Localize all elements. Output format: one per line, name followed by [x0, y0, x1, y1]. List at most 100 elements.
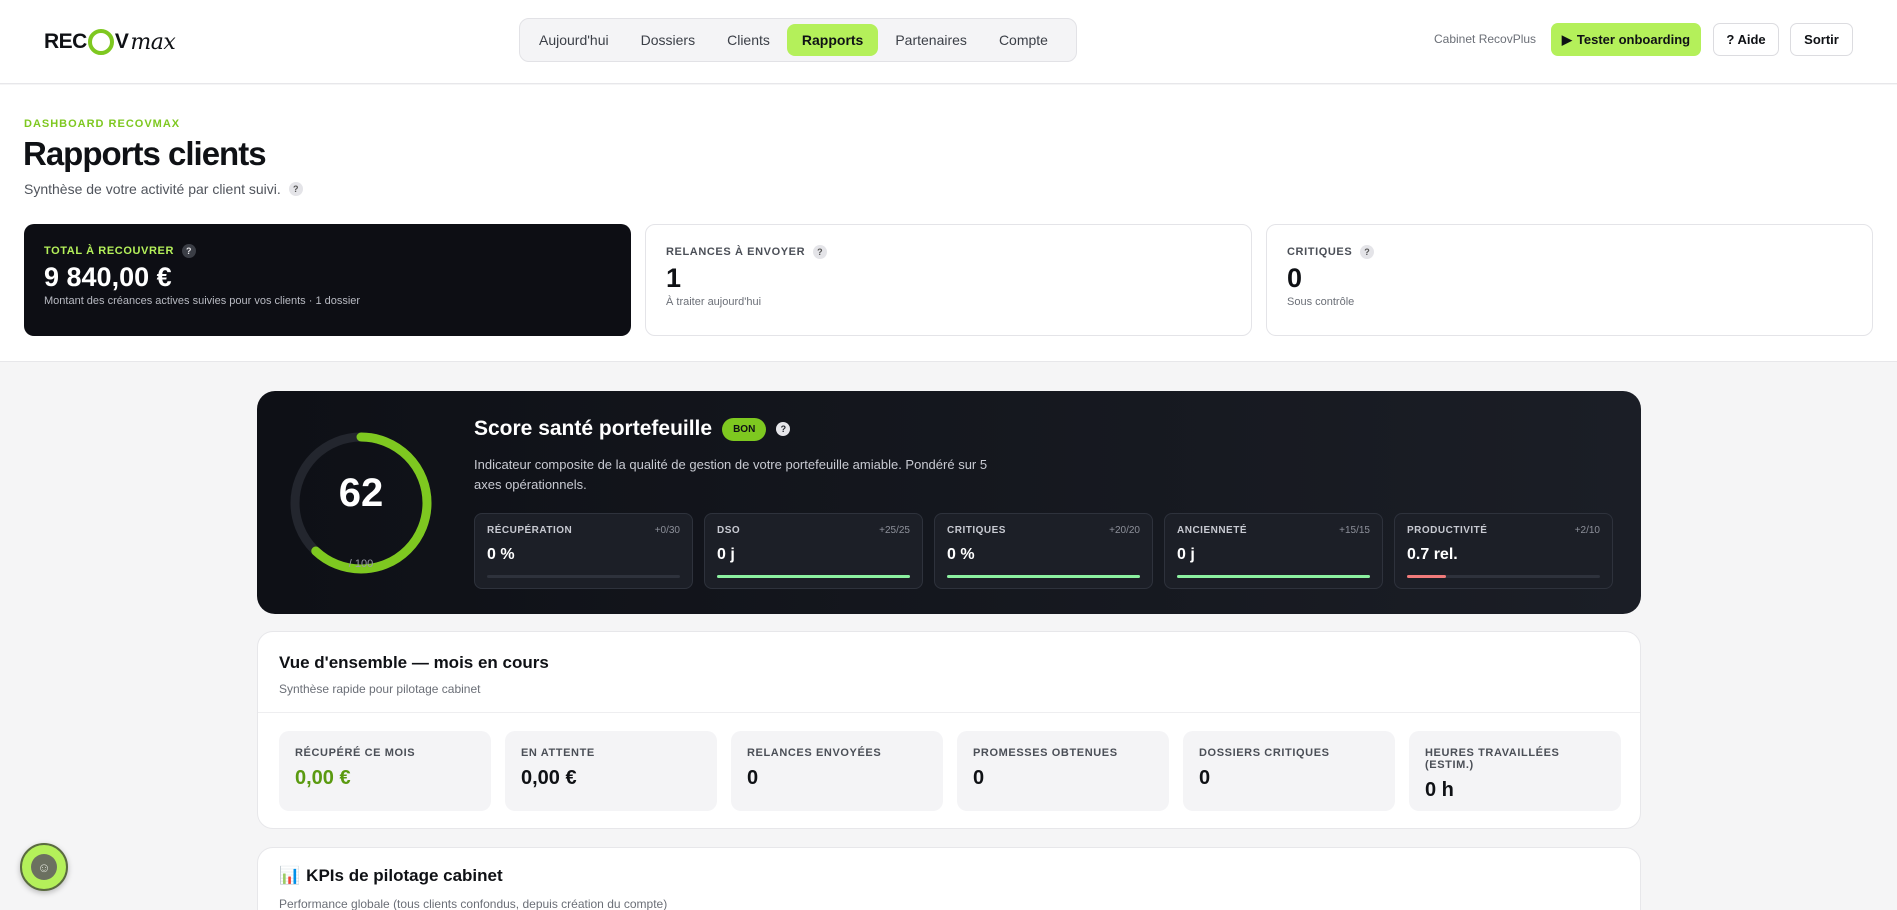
- overview-label: RELANCES ENVOYÉES: [747, 747, 882, 759]
- stat-critiques: CRITIQUES? 0 Sous contrôle: [1266, 224, 1873, 336]
- page-eyebrow: DASHBOARD RECOVMAX: [24, 118, 181, 130]
- tab-clients[interactable]: Clients: [712, 24, 785, 56]
- stat-relances: RELANCES À ENVOYER? 1 À traiter aujourd'…: [645, 224, 1252, 336]
- overview-label: PROMESSES OBTENUES: [973, 747, 1118, 759]
- logout-button[interactable]: Sortir: [1790, 23, 1853, 56]
- axis-value: 0 j: [717, 546, 735, 563]
- stat-relances-desc: À traiter aujourd'hui: [666, 296, 762, 308]
- recovmax-logo[interactable]: REC Vmax: [44, 26, 176, 58]
- overview-title: Vue d'ensemble — mois en cours: [279, 653, 549, 672]
- axis-value: 0 %: [947, 546, 975, 563]
- axis-bar-fill: [1177, 575, 1370, 578]
- divider: [258, 712, 1640, 713]
- help-icon[interactable]: ?: [813, 245, 828, 259]
- overview-value: 0,00 €: [521, 767, 577, 789]
- onboarding-label: Tester onboarding: [1576, 32, 1691, 47]
- stat-critiques-label: CRITIQUES: [1287, 246, 1353, 258]
- logo-text: REC: [44, 30, 87, 53]
- overview-label: DOSSIERS CRITIQUES: [1199, 747, 1330, 759]
- overview-promesses: PROMESSES OBTENUES 0: [957, 731, 1169, 811]
- stat-total-desc: Montant des créances actives suivies pou…: [44, 295, 361, 307]
- overview-value: 0 h: [1425, 779, 1454, 801]
- stat-critiques-desc: Sous contrôle: [1287, 296, 1355, 308]
- play-icon: ▶: [1561, 31, 1572, 47]
- axis-value: 0.7 rel.: [1407, 546, 1458, 563]
- help-icon[interactable]: ?: [1360, 245, 1375, 259]
- axis-name: RÉCUPÉRATION: [487, 525, 573, 536]
- help-button[interactable]: ? Aide: [1713, 23, 1779, 56]
- axis-name: DSO: [717, 525, 741, 536]
- overview-recupere: RÉCUPÉRÉ CE MOIS 0,00 €: [279, 731, 491, 811]
- overview-grid: RÉCUPÉRÉ CE MOIS 0,00 € EN ATTENTE 0,00 € …: [279, 731, 1621, 811]
- overview-label: RÉCUPÉRÉ CE MOIS: [295, 747, 416, 759]
- stat-total-label: TOTAL À RECOUVRER: [44, 245, 174, 257]
- overview-subtitle: Synthèse rapide pour pilotage cabinet: [279, 682, 481, 696]
- axis-name: ANCIENNETÉ: [1177, 525, 1248, 536]
- overview-critiques: DOSSIERS CRITIQUES 0: [1183, 731, 1395, 811]
- score-max: / 100: [348, 558, 374, 570]
- tab-dossiers[interactable]: Dossiers: [626, 24, 710, 56]
- stat-relances-value: 1: [666, 263, 682, 293]
- axis-bar: [947, 575, 1140, 578]
- page-subtitle-text: Synthèse de votre activité par client su…: [24, 181, 281, 197]
- axis-points: +0/30: [654, 525, 680, 536]
- axis-bar: [1407, 575, 1600, 578]
- axis-points: +15/15: [1339, 525, 1370, 536]
- score-axes: RÉCUPÉRATION +0/30 0 % DSO +25/25 0 j CRIT…: [474, 513, 1613, 589]
- help-icon[interactable]: ?: [288, 182, 303, 196]
- kpi-subtitle: Performance globale (tous clients confon…: [279, 897, 668, 910]
- axis-productivite: PRODUCTIVITÉ +2/10 0.7 rel.: [1394, 513, 1613, 589]
- axis-points: +20/20: [1109, 525, 1140, 536]
- axis-value: 0 %: [487, 546, 515, 563]
- overview-card: Vue d'ensemble — mois en cours Synthèse …: [257, 631, 1641, 829]
- overview-heures: HEURES TRAVAILLÉES (ESTIM.) 0 h: [1409, 731, 1621, 811]
- score-ring: 62 / 100: [287, 429, 435, 577]
- axis-anciennete: ANCIENNETÉ +15/15 0 j: [1164, 513, 1383, 589]
- axis-bar: [487, 575, 680, 578]
- axis-points: +2/10: [1574, 525, 1600, 536]
- score-value: 62: [338, 471, 384, 515]
- logo-text-v: V: [114, 30, 129, 53]
- score-badge: BON: [722, 417, 767, 441]
- stat-critiques-value: 0: [1287, 263, 1303, 293]
- page-subtitle: Synthèse de votre activité par client su…: [24, 181, 303, 197]
- axis-recuperation: RÉCUPÉRATION +0/30 0 %: [474, 513, 693, 589]
- overview-label: HEURES TRAVAILLÉES (ESTIM.): [1425, 747, 1560, 771]
- main-nav: Aujourd'hui Dossiers Clients Rapports Pa…: [519, 18, 1077, 62]
- page-title: Rapports clients: [23, 135, 267, 172]
- axis-bar: [1177, 575, 1370, 578]
- axis-points: +25/25: [879, 525, 910, 536]
- axis-critiques: CRITIQUES +20/20 0 %: [934, 513, 1153, 589]
- axis-name: CRITIQUES: [947, 525, 1006, 536]
- overview-value: 0: [747, 767, 759, 789]
- overview-label: EN ATTENTE: [521, 747, 595, 759]
- score-title-text: Score santé portefeuille: [474, 417, 713, 440]
- cabinet-name: Cabinet RecovPlus: [1434, 32, 1537, 46]
- axis-bar: [717, 575, 910, 578]
- stat-total-value: 9 840,00 €: [44, 262, 172, 292]
- top-bar: REC Vmax Aujourd'hui Dossiers Clients Rap…: [0, 0, 1897, 84]
- axis-dso: DSO +25/25 0 j: [704, 513, 923, 589]
- overview-en-attente: EN ATTENTE 0,00 €: [505, 731, 717, 811]
- kpi-card: 📊 KPIs de pilotage cabinet Performance gl…: [257, 847, 1641, 910]
- stat-total: TOTAL À RECOUVRER? 9 840,00 € Montant de…: [24, 224, 631, 336]
- tab-aujourdhui[interactable]: Aujourd'hui: [524, 24, 624, 56]
- assistant-button[interactable]: ☺: [20, 843, 68, 891]
- help-icon[interactable]: ?: [182, 244, 196, 258]
- tab-compte[interactable]: Compte: [984, 24, 1063, 56]
- tab-rapports[interactable]: Rapports: [786, 24, 879, 56]
- axis-bar-fill: [947, 575, 1140, 578]
- help-icon[interactable]: ?: [776, 422, 791, 436]
- tab-partenaires[interactable]: Partenaires: [880, 24, 982, 56]
- logo-script: max: [130, 29, 176, 55]
- chart-icon: 📊: [279, 866, 301, 885]
- axis-name: PRODUCTIVITÉ: [1407, 525, 1488, 536]
- onboarding-button[interactable]: ▶ Tester onboarding: [1551, 23, 1701, 56]
- overview-value: 0,00 €: [295, 767, 351, 789]
- score-card: 62 / 100 Score santé portefeuille BON ? …: [257, 391, 1641, 614]
- stat-relances-label: RELANCES À ENVOYER: [666, 246, 806, 258]
- score-description: Indicateur composite de la qualité de ge…: [474, 457, 988, 492]
- axis-bar-fill: [717, 575, 910, 578]
- score-title: Score santé portefeuille BON ?: [474, 417, 791, 441]
- overview-relances: RELANCES ENVOYÉES 0: [731, 731, 943, 811]
